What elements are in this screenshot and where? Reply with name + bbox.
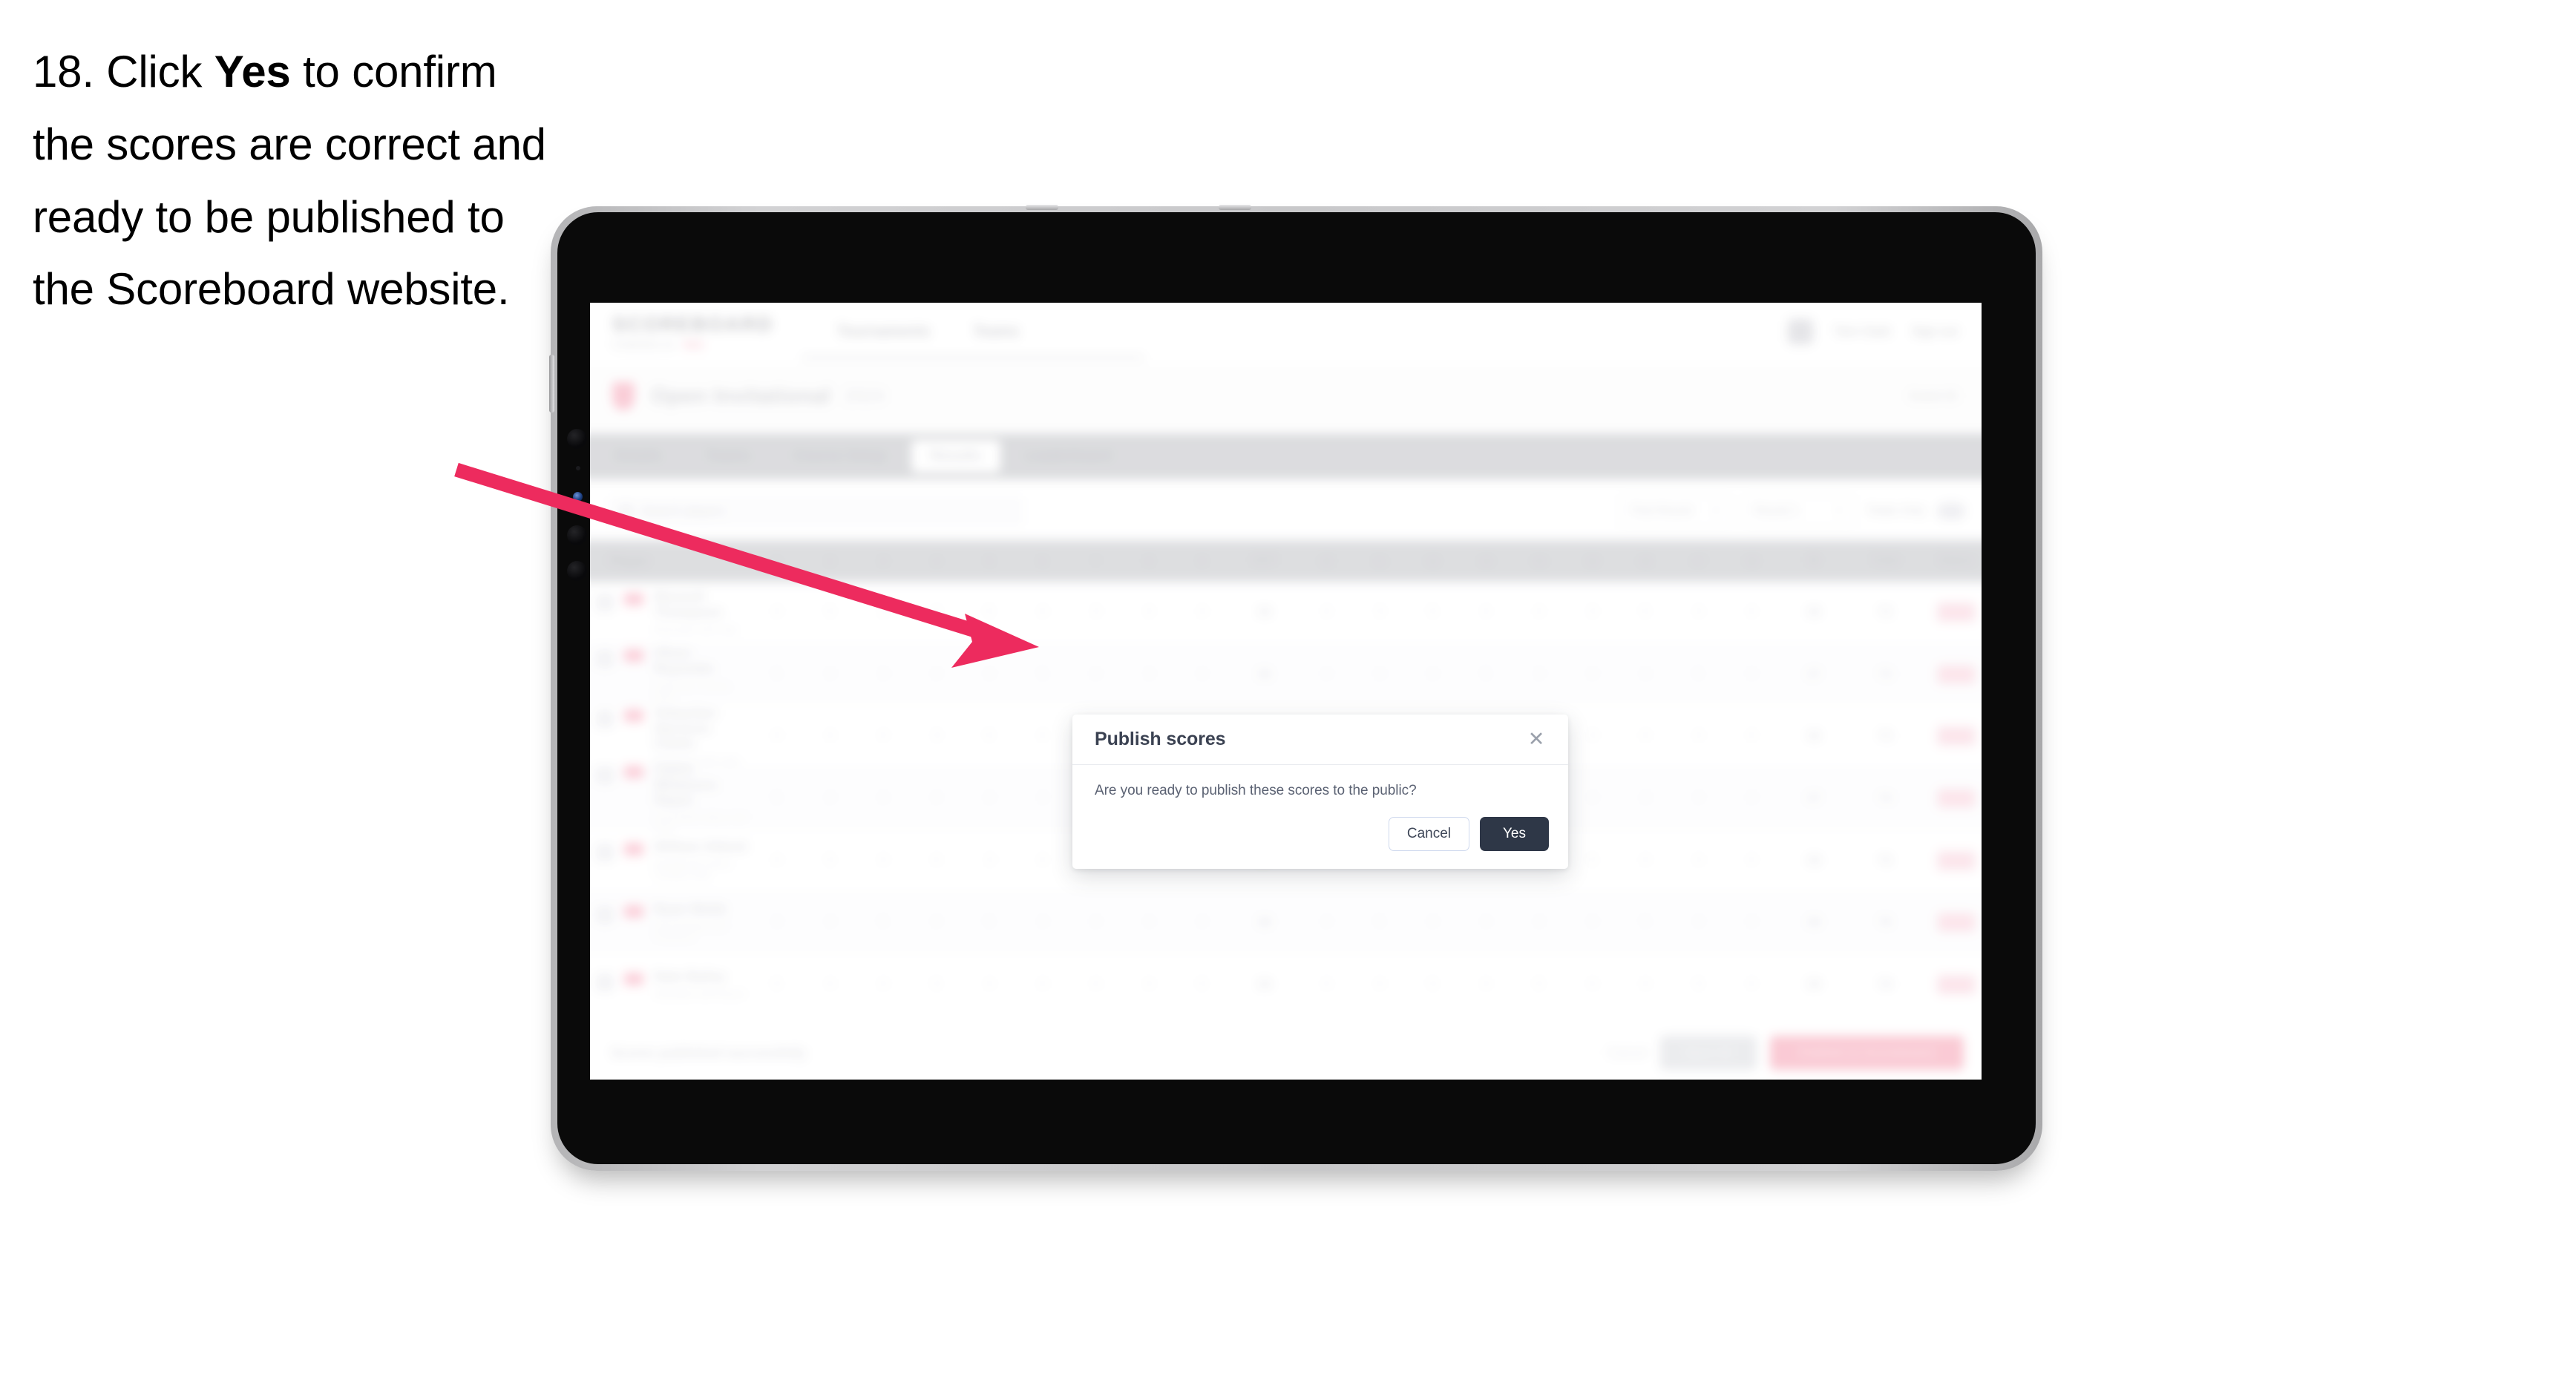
volume-button[interactable] bbox=[549, 355, 554, 413]
camera-sensor-dot bbox=[576, 466, 580, 470]
modal-body: Are you ready to publish these scores to… bbox=[1072, 765, 1568, 799]
modal-title: Publish scores bbox=[1095, 729, 1226, 749]
instruction-bold-yes: Yes bbox=[214, 47, 291, 96]
top-antenna-band-left bbox=[1026, 205, 1058, 210]
camera-lens-mid bbox=[567, 525, 587, 545]
modal-message: Are you ready to publish these scores to… bbox=[1095, 783, 1417, 798]
close-icon[interactable]: ✕ bbox=[1524, 727, 1549, 752]
tablet-device: SCOREBOARD POWERED BY RED Tournaments Te… bbox=[549, 205, 2042, 1171]
camera-led-indicator bbox=[573, 492, 583, 502]
camera-lens-top bbox=[567, 429, 587, 449]
instruction-text: 18. Click Yes to confirm the scores are … bbox=[33, 36, 567, 326]
instruction-step-number: 18. bbox=[33, 47, 94, 96]
publish-scores-modal: Publish scores ✕ Are you ready to publis… bbox=[1072, 715, 1568, 869]
slide-canvas: 18. Click Yes to confirm the scores are … bbox=[0, 0, 2576, 1386]
modal-header: Publish scores ✕ bbox=[1072, 715, 1568, 765]
modal-actions: Cancel Yes bbox=[1072, 817, 1568, 869]
camera-lens-bottom bbox=[567, 561, 587, 581]
top-antenna-band-right bbox=[1219, 205, 1251, 210]
tablet-screen: SCOREBOARD POWERED BY RED Tournaments Te… bbox=[590, 303, 1982, 1080]
modal-scrim[interactable] bbox=[590, 303, 1982, 1080]
instruction-before: Click bbox=[94, 47, 214, 96]
cancel-button[interactable]: Cancel bbox=[1388, 817, 1469, 851]
yes-button[interactable]: Yes bbox=[1480, 817, 1549, 851]
